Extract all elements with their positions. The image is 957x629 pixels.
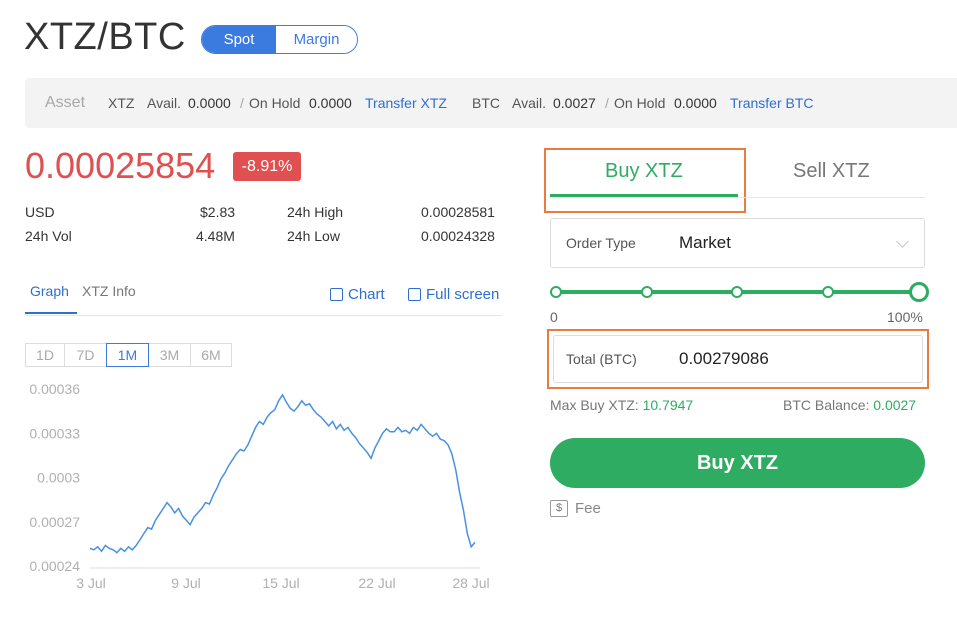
transfer-btc-link[interactable]: Transfer BTC (730, 95, 814, 111)
usd-label: USD (25, 204, 55, 220)
max-buy-value: 10.7947 (642, 397, 694, 413)
x-tick-label: 15 Jul (262, 575, 299, 591)
graph-tab-indicator (25, 312, 77, 314)
24h-vol-value: 4.48M (196, 228, 235, 244)
fee-label: Fee (575, 500, 601, 517)
xtz-avail-value: 0.0000 (188, 95, 231, 111)
tab-graph[interactable]: Graph (30, 283, 69, 299)
xtz-avail-label: Avail. (147, 95, 181, 111)
y-tick-label: 0.00024 (29, 558, 80, 574)
slider-stop-50[interactable] (731, 286, 743, 298)
transfer-xtz-link[interactable]: Transfer XTZ (365, 95, 447, 111)
x-tick-label: 9 Jul (171, 575, 201, 591)
y-tick-label: 0.00027 (29, 514, 80, 530)
slider-stop-25[interactable] (641, 286, 653, 298)
range-6m-button[interactable]: 6M (190, 343, 232, 367)
chart-link-label: Chart (348, 286, 385, 303)
slider-handle[interactable] (909, 282, 929, 302)
price-chart: 0.00036 0.00033 0.0003 0.00027 0.000243 Jul 9… (29, 381, 489, 591)
24h-high-value: 0.00028581 (421, 204, 495, 220)
24h-low-value: 0.00024328 (421, 228, 495, 244)
graph-tabs-divider (25, 315, 502, 316)
btc-avail-value: 0.0027 (553, 95, 596, 111)
slider-min-label: 0 (550, 309, 558, 325)
buy-xtz-button[interactable]: Buy XTZ (550, 438, 925, 488)
btc-avail-label: Avail. (512, 95, 546, 111)
max-buy-label: Max Buy XTZ: (550, 397, 639, 413)
order-type-value: Market (679, 233, 731, 252)
tab-sell-xtz[interactable]: Sell XTZ (793, 160, 870, 183)
max-buy-summary: Max Buy XTZ: 10.7947 (550, 397, 693, 413)
xtz-separator: / (240, 95, 244, 111)
order-type-label: Order Type (566, 235, 636, 251)
x-tick-label: 22 Jul (358, 575, 395, 591)
price-series-line (89, 393, 476, 554)
asset-label: Asset (45, 94, 86, 111)
buy-tab-indicator (550, 194, 738, 197)
x-tick-label: 3 Jul (76, 575, 106, 591)
24h-vol-label: 24h Vol (25, 228, 72, 244)
range-3m-button[interactable]: 3M (148, 343, 191, 367)
slider-stop-75[interactable] (822, 286, 834, 298)
full-screen-label: Full screen (426, 286, 500, 303)
24h-low-label: 24h Low (287, 228, 340, 244)
24h-high-label: 24h High (287, 204, 344, 220)
total-label: Total (BTC) (566, 351, 637, 367)
total-value: 0.00279086 (679, 349, 769, 368)
slider-stop-0[interactable] (550, 286, 562, 298)
expand-icon (408, 288, 421, 301)
btc-on-hold-value: 0.0000 (674, 95, 717, 111)
asset-bar: Asset XTZ Avail. 0.0000 / On Hold 0.0000… (25, 78, 957, 128)
time-range-group: 1D 7D 1M 3M 6M (25, 343, 232, 367)
spot-mode-button[interactable]: Spot (202, 26, 276, 53)
fee-link[interactable]: $ Fee (550, 500, 601, 517)
trading-mode-toggle: Spot Margin (201, 25, 358, 54)
btc-on-hold-label: On Hold (614, 95, 666, 111)
y-tick-label: 0.0003 (37, 470, 80, 486)
btc-separator: / (605, 95, 609, 111)
x-tick-label: 28 Jul (452, 575, 489, 591)
full-screen-link[interactable]: Full screen (408, 286, 499, 303)
xtz-on-hold-label: On Hold (249, 95, 301, 111)
tab-xtz-info[interactable]: XTZ Info (82, 283, 136, 299)
usd-value: $2.83 (200, 204, 236, 220)
balance-summary: BTC Balance: 0.0027 (783, 397, 916, 413)
price-change-badge: -8.91% (233, 152, 301, 181)
trade-tabs-divider (550, 197, 925, 198)
tab-buy-xtz[interactable]: Buy XTZ (605, 160, 683, 183)
btc-symbol: BTC (472, 95, 500, 111)
xtz-on-hold-value: 0.0000 (309, 95, 352, 111)
last-price: 0.00025854 (25, 145, 216, 186)
pair-title: XTZ/BTC (24, 16, 186, 58)
y-tick-label: 0.00033 (29, 425, 80, 441)
range-1m-button[interactable]: 1M (106, 343, 149, 367)
range-7d-button[interactable]: 7D (64, 343, 107, 367)
balance-value: 0.0027 (873, 397, 917, 413)
candlestick-icon (330, 288, 343, 301)
chart-link[interactable]: Chart (330, 286, 385, 303)
slider-max-label: 100% (887, 309, 923, 325)
balance-label: BTC Balance: (783, 397, 870, 413)
range-1d-button[interactable]: 1D (25, 343, 65, 367)
y-tick-label: 0.00036 (29, 381, 80, 397)
dollar-icon: $ (550, 500, 568, 517)
xtz-symbol: XTZ (108, 95, 135, 111)
margin-mode-button[interactable]: Margin (276, 26, 357, 53)
